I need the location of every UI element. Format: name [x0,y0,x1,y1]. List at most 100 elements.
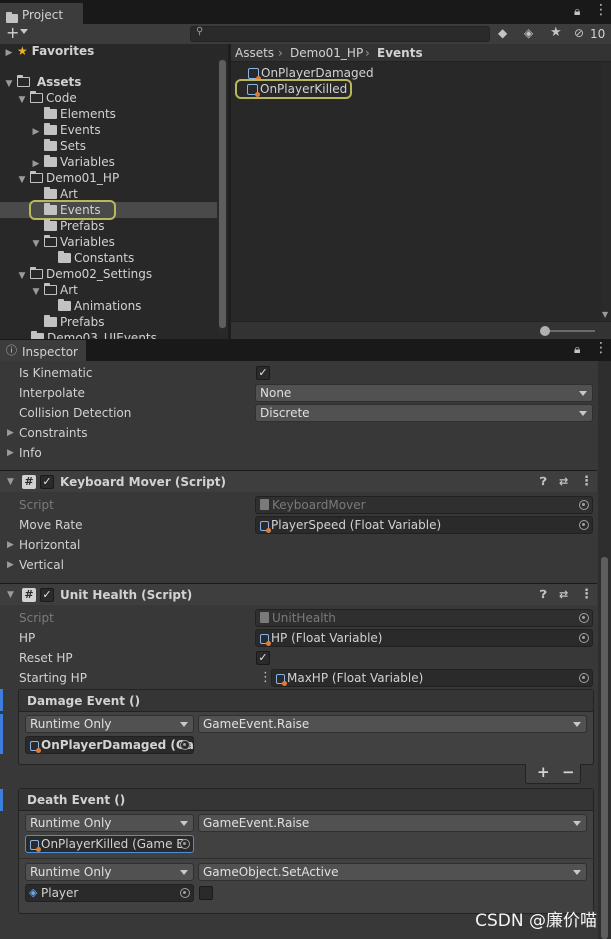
lock-icon[interactable]: 🔒︎ [574,342,580,357]
remove-listener-button[interactable]: − [562,763,575,781]
collision-detection-dropdown[interactable]: Discrete [255,404,593,422]
tree-assets-label: Assets [36,75,82,89]
unit-health-enabled-checkbox[interactable]: ✓ [40,588,54,602]
interpolate-dropdown[interactable]: None [255,384,593,402]
tree-item-label: Variables [60,235,115,249]
tree-scrollbar-track[interactable] [218,58,227,334]
assets-scrollbar-track[interactable]: ▼ [601,63,611,321]
tree-item-demo02-art[interactable]: ▼ Art [31,282,78,298]
horizontal-foldout[interactable]: ▶ Horizontal [0,535,597,555]
scroll-down-arrow-icon[interactable]: ▼ [602,310,608,319]
tree-item-demo01-events[interactable]: Events [29,200,116,220]
expanded-arrow-icon[interactable]: ▼ [4,76,14,92]
asset-item-onplayerkilled[interactable]: OnPlayerKilled [235,79,352,99]
add-listener-button[interactable]: + [537,763,550,781]
collapsed-arrow-icon[interactable]: ▶ [4,45,14,61]
favorite-star-icon[interactable]: ★ [550,25,562,40]
search-input[interactable]: ⚲ [190,26,490,42]
tree-item-demo02[interactable]: ▼ Demo02_Settings [17,266,152,282]
tree-item-demo03[interactable]: Demo03_UIEvents [31,330,157,339]
collapsed-arrow-icon[interactable]: ▶ [31,124,41,140]
death-event-function-dropdown-1[interactable]: GameEvent.Raise [198,814,587,832]
tree-scrollbar-thumb[interactable] [219,60,226,328]
tree-item-demo02-prefabs[interactable]: Prefabs [44,314,105,330]
lock-icon[interactable]: 🔒︎ [574,4,580,19]
folder-icon [44,315,57,327]
expanded-arrow-icon[interactable]: ▼ [17,92,27,108]
set-active-checkbox[interactable] [199,886,213,900]
presets-icon[interactable]: ⇄ [559,471,568,493]
expanded-arrow-icon[interactable]: ▼ [17,268,27,284]
collapsed-arrow-icon[interactable]: ▶ [7,423,14,443]
tree-assets[interactable]: ▼ Assets [4,74,81,90]
zoom-slider-handle[interactable] [540,326,550,336]
keyboard-mover-header[interactable]: ▼ # ✓ Keyboard Mover (Script) ❓︎ ⇄ ⋮ [0,470,597,492]
breadcrumb-events[interactable]: Events [377,44,423,62]
breadcrumb-assets[interactable]: Assets [235,44,274,62]
death-event-function-dropdown-2[interactable]: GameObject.SetActive [198,863,587,881]
object-picker-icon[interactable] [180,740,190,750]
inspector-tab[interactable]: ⓘ Inspector [0,340,86,361]
unit-health-header[interactable]: ▼ # ✓ Unit Health (Script) ❓︎ ⇄ ⋮ [0,583,597,605]
tree-item-code-events[interactable]: ▶ Events [31,122,101,138]
tree-item-constants[interactable]: Constants [58,250,134,266]
vertical-foldout[interactable]: ▶ Vertical [0,555,597,575]
constraints-foldout[interactable]: ▶ Constraints [0,423,597,443]
component-menu-icon[interactable]: ⋮ [580,584,593,606]
death-event-target-field-2[interactable]: ◈ Player [25,884,194,902]
damage-event-function-dropdown[interactable]: GameEvent.Raise [198,715,587,733]
zoom-slider-track[interactable] [549,330,595,332]
filter-by-label-icon[interactable]: ◈ [524,26,533,40]
expanded-arrow-icon[interactable]: ▼ [7,584,14,606]
tree-item-sets[interactable]: Sets [44,138,86,154]
object-picker-icon[interactable] [180,888,190,898]
object-picker-icon[interactable] [579,520,589,530]
inspector-scrollbar-thumb[interactable] [601,557,608,939]
death-event-mode-dropdown-1[interactable]: Runtime Only [25,814,194,832]
collapsed-arrow-icon[interactable]: ▶ [7,555,14,575]
damage-event-mode-dropdown[interactable]: Runtime Only [25,715,194,733]
death-event-target-field-1[interactable]: OnPlayerKilled (Game E [25,835,194,853]
tree-item-code-variables[interactable]: ▶ Variables [31,154,115,170]
reset-hp-checkbox[interactable]: ✓ [256,651,270,665]
add-dropdown-arrow-icon[interactable] [20,29,28,34]
component-menu-icon[interactable]: ⋮ [580,471,593,493]
asset-item-onplayerdamaged[interactable]: OnPlayerDamaged [248,65,374,81]
help-icon[interactable]: ❓︎ [540,471,547,493]
tree-item-demo01[interactable]: ▼ Demo01_HP [17,170,119,186]
starting-hp-field[interactable]: MaxHP (Float Variable) [271,669,593,687]
info-foldout[interactable]: ▶ Info [0,443,597,463]
help-icon[interactable]: ❓︎ [540,584,547,606]
more-menu-icon[interactable]: ⋮ [594,340,608,356]
object-picker-icon[interactable] [180,839,190,849]
tree-item-animations[interactable]: Animations [58,298,141,314]
tree-favorites[interactable]: ▶ ★ Favorites [4,44,95,61]
inspector-scrollbar-track[interactable] [598,361,611,939]
project-tab[interactable]: Project [0,3,83,24]
hidden-packages-icon[interactable]: ⊘ [574,26,584,40]
expanded-arrow-icon[interactable]: ▼ [7,471,14,493]
hp-field[interactable]: HP (Float Variable) [255,629,593,647]
tree-item-code[interactable]: ▼ Code [17,90,77,106]
move-rate-field[interactable]: PlayerSpeed (Float Variable) [255,516,593,534]
death-event-mode-dropdown-2[interactable]: Runtime Only [25,863,194,881]
add-button[interactable]: + [6,23,19,42]
keyboard-mover-enabled-checkbox[interactable]: ✓ [40,475,54,489]
tree-item-prefabs[interactable]: Prefabs [44,218,105,234]
expanded-arrow-icon[interactable]: ▼ [31,284,41,300]
object-picker-icon[interactable] [579,673,589,683]
tree-item-demo01-variables[interactable]: ▼ Variables [31,234,115,250]
object-picker-icon[interactable] [579,633,589,643]
collapsed-arrow-icon[interactable]: ▶ [7,443,14,463]
tree-item-art[interactable]: Art [44,186,78,202]
expanded-arrow-icon[interactable]: ▼ [31,236,41,252]
expanded-arrow-icon[interactable]: ▼ [17,172,27,188]
is-kinematic-checkbox[interactable]: ✓ [256,366,270,380]
presets-icon[interactable]: ⇄ [559,584,568,606]
filter-by-type-icon[interactable]: ◆ [498,26,507,40]
collapsed-arrow-icon[interactable]: ▶ [7,535,14,555]
breadcrumb-demo01[interactable]: Demo01_HP [290,44,363,62]
tree-item-elements[interactable]: Elements [44,106,116,122]
more-menu-icon[interactable]: ⋮ [594,2,608,18]
damage-event-target-field[interactable]: OnPlayerDamaged (Ga [25,736,194,754]
